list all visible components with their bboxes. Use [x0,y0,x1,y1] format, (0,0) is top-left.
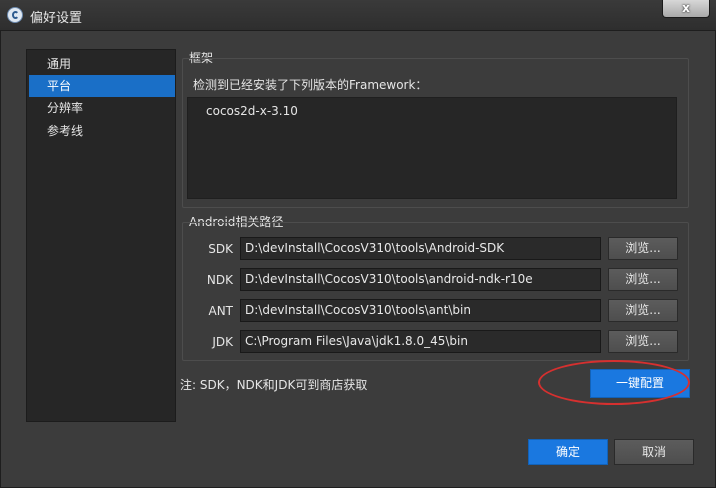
window-title: 偏好设置 [30,11,83,26]
jdk-browse-button[interactable]: 浏览... [608,330,678,353]
sidebar-item-platform[interactable]: 平台 [29,75,175,97]
sidebar-item-resolution[interactable]: 分辨率 [29,97,175,119]
sidebar-item-general[interactable]: 通用 [29,53,175,75]
ant-label: ANT [208,304,233,318]
ant-browse-button[interactable]: 浏览... [608,299,678,322]
jdk-path-input[interactable]: C:\Program Files\Java\jdk1.8.0_45\bin [240,330,601,353]
ok-button[interactable]: 确定 [528,439,608,465]
jdk-label: JDK [212,335,233,349]
close-button[interactable]: x [662,0,710,18]
title-bar: 偏好设置 x [0,0,716,30]
ndk-browse-button[interactable]: 浏览... [608,268,678,291]
sdk-browse-button[interactable]: 浏览... [608,237,678,260]
framework-detected-label: 检测到已经安装了下列版本的Framework： [193,78,428,92]
ndk-path-input[interactable]: D:\devInstall\CocosV310\tools\android-nd… [240,268,601,291]
framework-list-item[interactable]: cocos2d-x-3.10 [206,104,298,118]
store-note: 注: SDK，NDK和JDK可到商店获取 [180,378,368,392]
settings-sidebar: 通用 平台 分辨率 参考线 [26,49,176,422]
cancel-button[interactable]: 取消 [614,439,694,465]
framework-list[interactable]: cocos2d-x-3.10 [187,97,677,199]
sidebar-item-guides[interactable]: 参考线 [29,120,175,142]
ndk-label: NDK [206,273,233,287]
sdk-label: SDK [208,242,233,256]
annotation-ellipse [538,360,690,405]
sdk-path-input[interactable]: D:\devInstall\CocosV310\tools\Android-SD… [240,237,601,260]
cocos-app-icon [7,7,23,23]
ant-path-input[interactable]: D:\devInstall\CocosV310\tools\ant\bin [240,299,601,322]
